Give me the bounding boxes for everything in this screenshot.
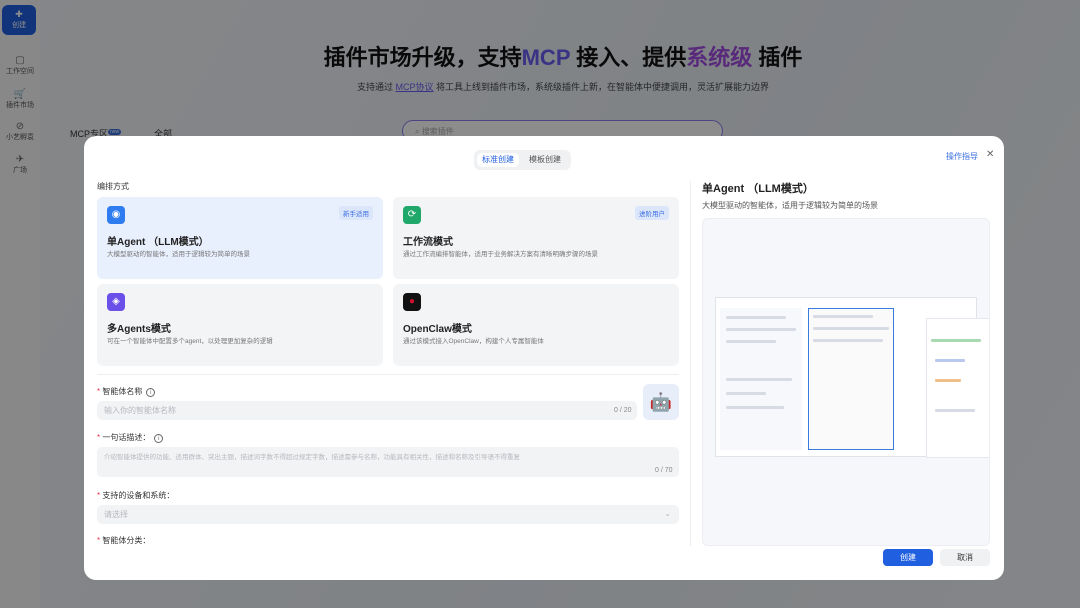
desc-count: 0 / 70 [655,467,673,474]
mode-desc: 可在一个智能体中配置多个agent，以处理更加复杂的逻辑 [107,338,273,345]
device-label: 支持的设备和系统： [97,490,174,501]
robot-icon: ◉ [107,206,125,224]
device-select[interactable]: 请选择 ⌄ [97,505,679,524]
mode-preview-image [702,218,990,546]
mode-badge: 新手适用 [339,206,373,220]
category-label: 智能体分类： [97,535,150,546]
close-icon[interactable]: ✕ [986,149,994,160]
mode-card-workflow[interactable]: ⟳ 进阶用户 工作流模式 通过工作流编排智能体，适用于业务解决方案有清晰明确步骤… [393,197,679,279]
agent-desc-textarea[interactable]: 介绍智能体提供的功能、适用群体、突出主题，描述词字数不得超过规定字数，描述需参与… [97,447,679,477]
mode-title: 工作流模式 [403,237,453,248]
cancel-button[interactable]: 取消 [940,549,990,566]
mode-title: 单Agent （LLM模式） [107,237,209,248]
column-divider [690,181,691,546]
create-agent-dialog: 标准创建 模板创建 操作指导 ✕ 编排方式 ◉ 新手适用 单Agent （LLM… [84,136,1004,580]
divider [97,374,679,375]
desc-label: 一句话描述：i [97,432,164,443]
mode-card-single-agent[interactable]: ◉ 新手适用 单Agent （LLM模式） 大模型驱动的智能体，适用于逻辑较为简… [97,197,383,279]
preview-title: 单Agent （LLM模式） [702,183,814,195]
preview-screenshot [715,297,989,458]
tab-template-create[interactable]: 模板创建 [524,153,566,167]
robot-avatar-icon: 🤖 [649,392,673,412]
create-submit-button[interactable]: 创建 [883,549,933,566]
desc-placeholder: 介绍智能体提供的功能、适用群体、突出主题，描述词字数不得超过规定字数，描述需参与… [104,454,520,461]
info-icon[interactable]: i [146,388,156,397]
chevron-down-icon: ⌄ [664,509,671,518]
mode-title: 多Agents模式 [107,324,171,335]
tab-standard-create[interactable]: 标准创建 [477,153,519,167]
mode-badge: 进阶用户 [635,206,669,220]
info-icon[interactable]: i [154,434,164,443]
agent-name-input[interactable]: 输入你的智能体名称 [97,401,637,420]
preview-desc: 大模型驱动的智能体，适用于逻辑较为简单的场景 [702,201,878,210]
mode-card-openclaw[interactable]: ● OpenClaw模式 通过该模式接入OpenClaw，构建个人专属智能体 [393,284,679,366]
mode-title: OpenClaw模式 [403,324,472,335]
multi-agent-icon: ◈ [107,293,125,311]
name-label: 智能体名称i [97,386,156,397]
workflow-icon: ⟳ [403,206,421,224]
guide-link[interactable]: 操作指导 [946,151,978,162]
create-mode-switch: 标准创建 模板创建 [474,150,571,170]
agent-avatar[interactable]: 🤖 [643,384,679,420]
openclaw-icon: ● [403,293,421,311]
name-placeholder: 输入你的智能体名称 [104,406,176,415]
mode-card-multi-agents[interactable]: ◈ 多Agents模式 可在一个智能体中配置多个agent，以处理更加复杂的逻辑 [97,284,383,366]
mode-desc: 大模型驱动的智能体，适用于逻辑较为简单的场景 [107,251,250,258]
mode-desc: 通过该模式接入OpenClaw，构建个人专属智能体 [403,338,544,345]
section-label: 编排方式 [97,182,129,191]
device-placeholder: 请选择 [104,510,128,519]
name-count: 0 / 20 [614,407,632,414]
mode-desc: 通过工作流编排智能体，适用于业务解决方案有清晰明确步骤的场景 [403,251,598,258]
